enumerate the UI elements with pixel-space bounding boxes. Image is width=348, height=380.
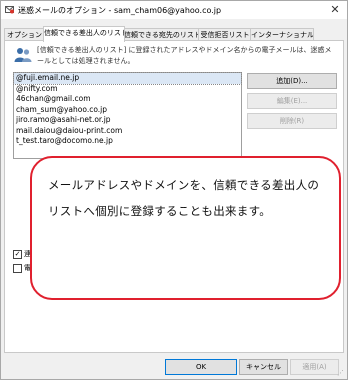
list-item[interactable]: jiro.ramo@asahi-net.or.jp bbox=[14, 115, 241, 126]
close-button[interactable]: ✕ bbox=[328, 3, 342, 17]
edit-button[interactable]: 編集(E)... bbox=[247, 93, 337, 109]
delete-button[interactable]: 削除(R) bbox=[247, 113, 337, 129]
list-item[interactable]: 46chan@gmail.com bbox=[14, 94, 241, 105]
trust-contacts-checkbox[interactable]: ✓ bbox=[13, 250, 22, 259]
list-item[interactable]: t_test.taro@docomo.ne.jp bbox=[14, 136, 241, 147]
tab-safe-senders[interactable]: 信頼できる差出人のリスト bbox=[43, 26, 125, 42]
safe-senders-list[interactable]: @fuji.email.ne.jp @nifty.com 46chan@gmai… bbox=[13, 72, 242, 159]
ok-button[interactable]: OK bbox=[165, 359, 237, 375]
junk-mail-icon bbox=[5, 6, 14, 14]
panel-description: [信頼できる差出人のリスト] に登録されたアドレスやドメイン名からの電子メールは… bbox=[37, 46, 332, 65]
callout-text: メールアドレスやドメインを、信頼できる差出人のリストへ個別に登録することも出来ま… bbox=[48, 178, 320, 218]
auto-add-checkbox[interactable] bbox=[13, 264, 22, 273]
add-button[interactable]: 追加(D)... bbox=[247, 73, 337, 89]
annotation-callout: メールアドレスやドメインを、信頼できる差出人のリストへ個別に登録することも出来ま… bbox=[30, 156, 341, 300]
dialog-footer: OK キャンセル 適用(A) ⋰ bbox=[1, 354, 347, 379]
cancel-button[interactable]: キャンセル bbox=[239, 359, 288, 375]
list-item[interactable]: cham_sum@yahoo.co.jp bbox=[14, 105, 241, 116]
title-bar: 迷惑メールのオプション - sam_cham06@yahoo.co.jp ✕ bbox=[1, 1, 347, 19]
list-item[interactable]: @fuji.email.ne.jp bbox=[13, 72, 242, 85]
window-title: 迷惑メールのオプション - sam_cham06@yahoo.co.jp bbox=[18, 6, 222, 15]
apply-button[interactable]: 適用(A) bbox=[290, 359, 339, 375]
resize-grip-icon[interactable]: ⋰ bbox=[337, 369, 344, 377]
options-dialog: 迷惑メールのオプション - sam_cham06@yahoo.co.jp ✕ オ… bbox=[0, 0, 348, 380]
people-icon bbox=[14, 48, 32, 62]
list-item[interactable]: mail.daiou@daiou-print.com bbox=[14, 126, 241, 137]
list-item[interactable]: @nifty.com bbox=[14, 84, 241, 95]
